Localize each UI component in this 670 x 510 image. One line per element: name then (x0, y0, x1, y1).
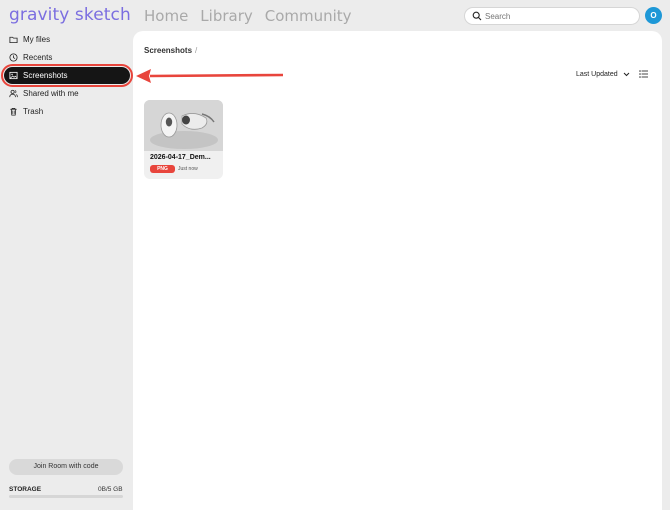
file-card[interactable]: 2026-04-17_Dem... PNG Just now (144, 100, 223, 179)
breadcrumb-separator: / (195, 46, 198, 55)
folder-icon (9, 36, 18, 44)
nav-home[interactable]: Home (144, 7, 188, 25)
storage-value: 0B/5 GB (98, 486, 123, 493)
sidebar: My files Recents Screenshots Shared with… (0, 30, 133, 510)
top-navigation: Home Library Community (144, 7, 364, 25)
storage-progress-bar (9, 495, 123, 498)
sidebar-item-label: Trash (23, 107, 44, 116)
search-input[interactable] (485, 9, 635, 23)
sidebar-item-shared[interactable]: Shared with me (4, 85, 130, 102)
storage-label: STORAGE (9, 486, 42, 493)
search-icon (472, 11, 482, 21)
users-icon (9, 89, 18, 98)
highlight-ring (1, 64, 133, 87)
sort-label: Last Updated (576, 71, 618, 78)
breadcrumb: Screenshots / (144, 46, 197, 55)
sidebar-item-label: My files (23, 35, 51, 44)
annotation-arrow-icon (136, 69, 284, 83)
nav-community[interactable]: Community (265, 7, 352, 25)
sidebar-item-trash[interactable]: Trash (4, 103, 130, 120)
clock-icon (9, 53, 18, 62)
avatar[interactable]: O (645, 7, 662, 24)
file-updated-time: Just now (178, 166, 198, 172)
trash-icon (10, 107, 17, 116)
sidebar-item-label: Recents (23, 53, 53, 62)
app-logo[interactable]: gravity sketch (9, 5, 131, 25)
file-type-badge: PNG (150, 165, 175, 173)
file-name: 2026-04-17_Dem... (150, 154, 211, 161)
chevron-down-icon (623, 72, 630, 77)
nav-library[interactable]: Library (200, 7, 252, 25)
breadcrumb-current[interactable]: Screenshots (144, 46, 192, 55)
sidebar-item-my-files[interactable]: My files (4, 31, 130, 48)
file-thumbnail (144, 100, 223, 151)
sidebar-item-label: Shared with me (23, 89, 79, 98)
list-view-icon[interactable] (639, 70, 648, 78)
sort-dropdown[interactable]: Last Updated (576, 71, 630, 78)
search-box[interactable] (464, 7, 640, 25)
main-content: Screenshots / Last Updated 2026-04-17_Dem… (133, 31, 662, 510)
join-room-button[interactable]: Join Room with code (9, 459, 123, 475)
